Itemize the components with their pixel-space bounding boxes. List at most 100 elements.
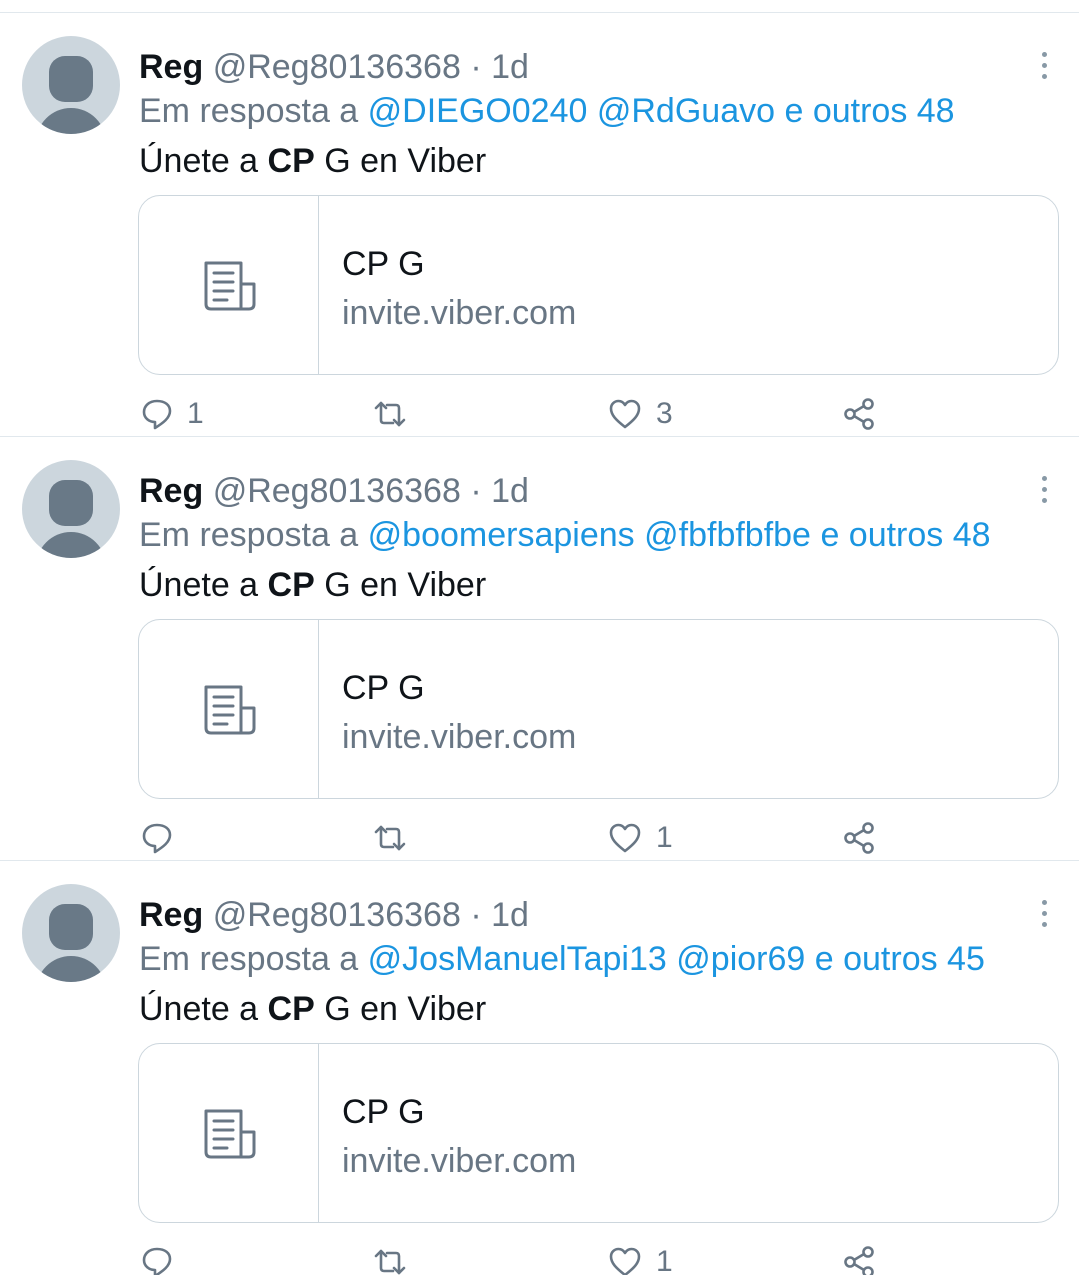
separator: · [470, 896, 482, 934]
retweet-icon [374, 401, 406, 427]
display-name[interactable]: Reg [139, 48, 203, 86]
tweet-text: Únete a CP G en Viber [139, 141, 486, 181]
link-card-title: CP G [342, 669, 425, 707]
reply-mention-link[interactable]: @fbfbfbfbe [644, 516, 811, 554]
display-name[interactable]: Reg [139, 472, 203, 510]
timeline-feed: Reg @Reg80136368 · 1d Em resposta a @DIE… [0, 0, 1079, 1275]
link-card[interactable]: CP G invite.viber.com [138, 619, 1059, 799]
timestamp[interactable]: 1d [491, 896, 529, 934]
reply-prefix: Em resposta a [139, 516, 359, 554]
like-button[interactable]: 1 [608, 1241, 673, 1275]
tweet[interactable]: Reg @Reg80136368 · 1d Em resposta a @DIE… [0, 13, 1079, 437]
separator: · [470, 48, 482, 86]
tweet-text-bold: CP [267, 566, 315, 604]
retweet-icon [374, 1249, 406, 1275]
retweet-button[interactable] [372, 1241, 422, 1275]
article-icon [204, 685, 256, 735]
link-card-thumbnail [139, 196, 319, 374]
reply-icon [142, 1247, 172, 1275]
share-button[interactable] [842, 393, 876, 435]
more-vertical-icon [1032, 52, 1056, 79]
share-icon [844, 398, 874, 430]
reply-mention-link[interactable]: @RdGuavo [597, 92, 775, 130]
more-vertical-icon [1032, 900, 1056, 927]
link-card-thumbnail [139, 1044, 319, 1222]
heart-icon [609, 823, 641, 853]
link-card-domain: invite.viber.com [342, 294, 577, 332]
reply-prefix: Em resposta a [139, 92, 359, 130]
article-icon [204, 1109, 256, 1159]
timestamp[interactable]: 1d [491, 472, 529, 510]
tweet-header: Reg @Reg80136368 · 1d [139, 895, 529, 935]
tweet[interactable]: Reg @Reg80136368 · 1d Em resposta a @Jos… [0, 861, 1079, 1275]
like-count: 1 [656, 1245, 673, 1275]
tweet-actions: 1 3 [0, 393, 1079, 435]
reply-mention-link[interactable]: @pior69 [676, 940, 805, 978]
avatar-placeholder-head [49, 56, 93, 102]
user-handle[interactable]: @Reg80136368 [213, 896, 461, 934]
user-handle[interactable]: @Reg80136368 [213, 472, 461, 510]
avatar-placeholder-head [49, 904, 93, 950]
reply-count: 1 [187, 397, 204, 430]
share-icon [844, 822, 874, 854]
more-options-button[interactable] [1032, 473, 1056, 503]
more-options-button[interactable] [1032, 49, 1056, 79]
like-count: 1 [656, 821, 673, 854]
tweet-text: Únete a CP G en Viber [139, 565, 486, 605]
tweet-text-bold: CP [267, 990, 315, 1028]
tweet-text-part: G en Viber [324, 990, 487, 1028]
link-card-domain: invite.viber.com [342, 1142, 577, 1180]
reply-icon [142, 399, 172, 430]
avatar[interactable] [22, 36, 120, 134]
tweet-text-part: G en Viber [324, 142, 487, 180]
avatar-placeholder-body [36, 956, 106, 982]
tweet-actions: 1 [0, 817, 1079, 859]
reply-button[interactable] [141, 817, 187, 859]
retweet-button[interactable] [372, 393, 422, 435]
reply-context: Em resposta a @boomersapiens @fbfbfbfbe … [139, 515, 991, 555]
link-card-thumbnail [139, 620, 319, 798]
reply-mention-link[interactable]: @boomersapiens [368, 516, 635, 554]
reply-prefix: Em resposta a [139, 940, 359, 978]
avatar-placeholder-body [36, 532, 106, 558]
more-options-button[interactable] [1032, 897, 1056, 927]
share-button[interactable] [842, 1241, 876, 1275]
tweet-text-part: G en Viber [324, 566, 487, 604]
article-icon [204, 261, 256, 311]
avatar[interactable] [22, 460, 120, 558]
link-card-title: CP G [342, 245, 425, 283]
tweet[interactable]: Reg @Reg80136368 · 1d Em resposta a @boo… [0, 437, 1079, 861]
timestamp[interactable]: 1d [491, 48, 529, 86]
reply-context: Em resposta a @DIEGO0240 @RdGuavo e outr… [139, 91, 955, 131]
display-name[interactable]: Reg [139, 896, 203, 934]
heart-icon [609, 1247, 641, 1275]
reply-mention-link[interactable]: @JosManuelTapi13 [368, 940, 667, 978]
link-card[interactable]: CP G invite.viber.com [138, 1043, 1059, 1223]
link-card-domain: invite.viber.com [342, 718, 577, 756]
tweet-text-part: Únete a [139, 142, 259, 180]
avatar[interactable] [22, 884, 120, 982]
retweet-icon [374, 825, 406, 851]
tweet-text-bold: CP [267, 142, 315, 180]
like-button[interactable]: 3 [608, 393, 673, 435]
link-card[interactable]: CP G invite.viber.com [138, 195, 1059, 375]
reply-others-link[interactable]: e outros 48 [784, 92, 954, 130]
like-button[interactable]: 1 [608, 817, 673, 859]
reply-mention-link[interactable]: @DIEGO0240 [368, 92, 588, 130]
separator: · [470, 472, 482, 510]
retweet-button[interactable] [372, 817, 422, 859]
link-card-title: CP G [342, 1093, 425, 1131]
tweet-header: Reg @Reg80136368 · 1d [139, 471, 529, 511]
reply-button[interactable] [141, 1241, 187, 1275]
user-handle[interactable]: @Reg80136368 [213, 48, 461, 86]
like-count: 3 [656, 397, 673, 430]
reply-others-link[interactable]: e outros 45 [815, 940, 985, 978]
more-vertical-icon [1032, 476, 1056, 503]
tweet-actions: 1 [0, 1241, 1079, 1275]
share-button[interactable] [842, 817, 876, 859]
reply-icon [142, 823, 172, 854]
reply-context: Em resposta a @JosManuelTapi13 @pior69 e… [139, 939, 985, 979]
reply-button[interactable]: 1 [141, 393, 204, 435]
reply-others-link[interactable]: e outros 48 [820, 516, 990, 554]
tweet-text-part: Únete a [139, 566, 259, 604]
